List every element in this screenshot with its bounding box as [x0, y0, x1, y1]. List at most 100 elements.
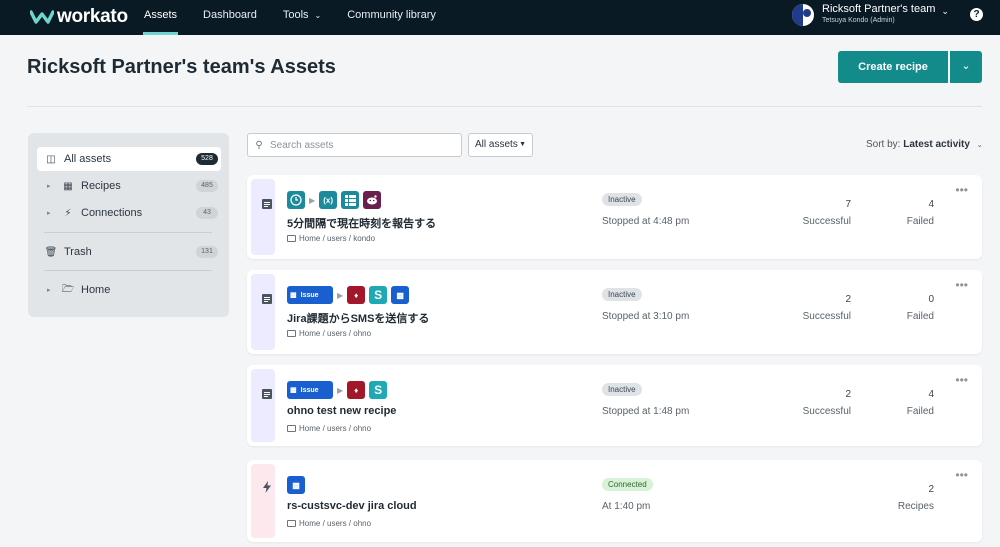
nav-dashboard-label: Dashboard: [203, 9, 257, 21]
sms-s-icon: S: [369, 286, 388, 304]
clock-icon: [287, 191, 305, 209]
create-dropdown-button[interactable]: ⌄: [950, 51, 982, 83]
recipes-count: 2: [928, 484, 934, 495]
search-input[interactable]: [270, 139, 450, 151]
success-count: 2: [845, 389, 851, 400]
status-badge: Inactive: [602, 193, 642, 206]
lightning-icon: [263, 481, 271, 493]
team-user: Tetsuya Kondo (Admin): [822, 17, 895, 24]
sort-control[interactable]: Sort by: Latest activity ⌄: [866, 139, 983, 150]
asset-path: Home / users / kondo: [287, 234, 375, 243]
status-badge: Inactive: [602, 288, 642, 301]
nav-community-library[interactable]: Community library: [334, 0, 449, 35]
recipe-title[interactable]: 5分間隔で現在時刻を報告する: [287, 215, 436, 231]
sidebar-item-home[interactable]: ▸ 🗁︎ Home: [37, 278, 221, 302]
more-options-icon[interactable]: •••: [955, 278, 968, 292]
asset-sidebar: ◫ All assets 528 ▸ ▦ Recipes 485 ▸ ⚡︎ Co…: [28, 133, 229, 317]
sidebar-item-label: Recipes: [81, 180, 121, 192]
folder-icon: [287, 235, 296, 242]
chevron-down-icon: ⌄: [941, 6, 949, 16]
lightning-icon: ⚡︎: [64, 207, 72, 219]
reddit-icon: [363, 191, 382, 209]
chevron-right-icon[interactable]: ▸: [47, 209, 57, 217]
create-recipe-button[interactable]: Create recipe: [838, 51, 948, 83]
count-badge: 528: [196, 153, 218, 165]
sidebar-item-all-assets[interactable]: ◫ All assets 528: [37, 147, 221, 171]
connection-title[interactable]: rs-custsvc-dev jira cloud: [287, 500, 417, 512]
help-icon[interactable]: ?: [970, 8, 983, 21]
search-box: ⚲: [247, 133, 462, 157]
path-text: Home / users / ohno: [299, 424, 372, 433]
jira-issue-label: Issue: [300, 386, 319, 394]
nav-menu: Assets Dashboard Tools ⌄ Community librar…: [131, 0, 449, 35]
asset-type-strip: [251, 369, 275, 442]
sidebar-divider: [44, 270, 212, 271]
sidebar-item-recipes[interactable]: ▸ ▦ Recipes 485: [37, 174, 221, 198]
sidebar-item-trash[interactable]: 🗑︎ Trash 131: [37, 240, 221, 264]
sidebar-item-label: Trash: [64, 246, 92, 258]
more-options-icon[interactable]: •••: [955, 373, 968, 387]
status-text: Stopped at 3:10 pm: [602, 311, 690, 322]
sidebar-divider: [44, 232, 212, 233]
arrow-right-icon: ▶: [309, 195, 316, 205]
asset-card[interactable]: ▶ (x) 5分間隔で現在時刻を報告する Home / users / kond…: [247, 175, 982, 259]
sort-value: Latest activity: [903, 139, 970, 150]
status-badge: Inactive: [602, 383, 642, 396]
asset-card[interactable]: ▩ rs-custsvc-dev jira cloud Home / users…: [247, 460, 982, 542]
ruby-icon: ♦: [347, 381, 366, 399]
sidebar-item-label: All assets: [64, 153, 112, 165]
success-count: 2: [845, 294, 851, 305]
sort-prefix: Sort by:: [866, 139, 901, 150]
nav-tools-label: Tools: [282, 9, 309, 21]
chevron-right-icon[interactable]: ▸: [47, 182, 57, 190]
arrow-right-icon: ▶: [337, 385, 344, 395]
recipe-title[interactable]: Jira課題からSMSを送信する: [287, 310, 429, 326]
failed-label: Failed: [906, 216, 934, 227]
success-label: Successful: [802, 311, 851, 322]
asset-type-strip: [251, 179, 275, 255]
count-badge: 43: [196, 207, 218, 219]
nav-tools[interactable]: Tools ⌄: [270, 0, 334, 35]
logo-text: workato: [57, 6, 128, 27]
trash-icon: 🗑︎: [44, 246, 58, 258]
page-title: Ricksoft Partner's team's Assets: [27, 56, 336, 78]
more-options-icon[interactable]: •••: [955, 183, 968, 197]
failed-count: 4: [928, 199, 934, 210]
failed-count: 4: [928, 389, 934, 400]
workato-logo-icon: [30, 10, 54, 24]
recipe-doc-icon: ▦: [63, 180, 73, 192]
more-options-icon[interactable]: •••: [955, 468, 968, 482]
asset-path: Home / users / ohno: [287, 424, 371, 433]
asset-path: Home / users / ohno: [287, 519, 371, 528]
recipe-title[interactable]: ohno test new recipe: [287, 405, 396, 417]
team-avatar: [792, 3, 814, 26]
sidebar-item-connections[interactable]: ▸ ⚡︎ Connections 43: [37, 201, 221, 225]
status-text: Stopped at 1:48 pm: [602, 406, 690, 417]
asset-type-strip: [251, 274, 275, 350]
app-icons: ▩ Issue ▶ ♦ S ▩: [287, 286, 413, 304]
asset-card[interactable]: ▩ Issue ▶ ♦ S ▩ Jira課題からSMSを送信する Home / u…: [247, 270, 982, 354]
top-navigation: workato Assets Dashboard Tools ⌄ Communit…: [0, 0, 1000, 35]
nav-assets[interactable]: Assets: [131, 0, 190, 35]
chevron-right-icon[interactable]: ▸: [47, 286, 57, 294]
caret-down-icon: ▼: [519, 141, 526, 148]
nav-community-label: Community library: [347, 9, 436, 21]
asset-filter-select[interactable]: All assets ▼: [468, 133, 533, 157]
asset-type-strip: [251, 464, 275, 538]
jira-issue-icon: ▩ Issue: [287, 286, 333, 304]
failed-label: Failed: [906, 406, 934, 417]
failed-label: Failed: [906, 311, 934, 322]
jira-icon: ▩: [290, 292, 297, 299]
sms-s-icon: S: [369, 381, 388, 399]
list-icon: [341, 191, 360, 209]
asset-card[interactable]: ▩ Issue ▶ ♦ S ohno test new recipe Home /…: [247, 365, 982, 446]
variable-icon: (x): [319, 191, 338, 209]
app-icons: ▶ (x): [287, 191, 385, 209]
workato-logo[interactable]: workato: [30, 7, 128, 27]
nav-assets-label: Assets: [144, 9, 178, 21]
team-switcher[interactable]: Ricksoft Partner's team Tetsuya Kondo (A…: [792, 3, 949, 26]
nav-dashboard[interactable]: Dashboard: [190, 0, 270, 35]
arrow-right-icon: ▶: [337, 290, 344, 300]
count-badge: 131: [196, 246, 218, 258]
recipe-doc-icon: [262, 294, 272, 304]
